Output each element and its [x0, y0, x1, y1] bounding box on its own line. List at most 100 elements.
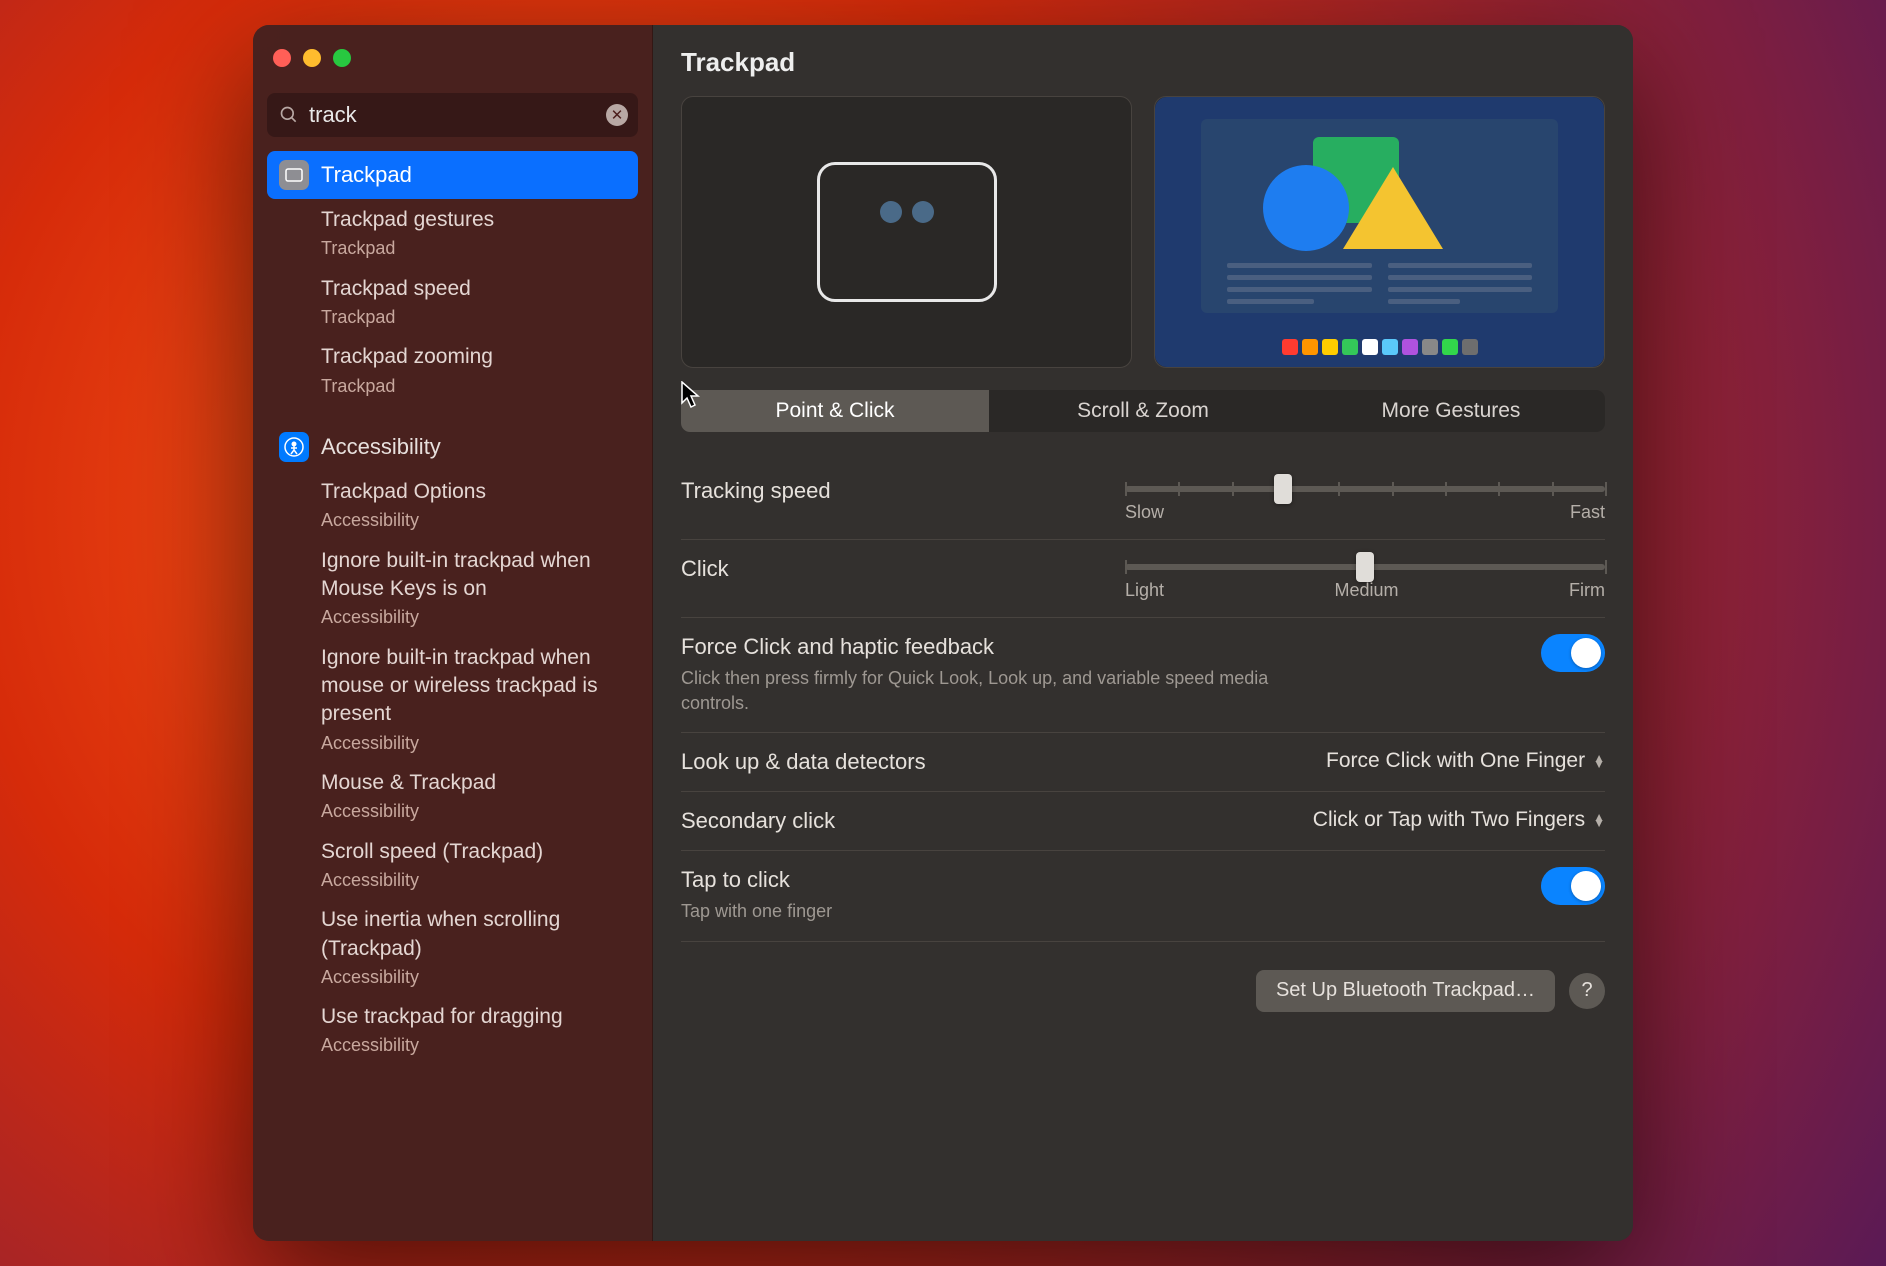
setup-bluetooth-trackpad-button[interactable]: Set Up Bluetooth Trackpad… [1256, 970, 1555, 1012]
setting-click: Click Light Medium Firm [681, 540, 1605, 618]
sidebar-subitem-category: Accessibility [321, 1033, 626, 1057]
sidebar-subitem-label: Ignore built-in trackpad when mouse or w… [321, 644, 626, 729]
setting-label: Tracking speed [681, 478, 831, 504]
footer: Set Up Bluetooth Trackpad… ? [681, 970, 1605, 1012]
chevron-updown-icon: ▲▼ [1593, 755, 1605, 767]
minimize-window-button[interactable] [303, 49, 321, 67]
select-value: Force Click with One Finger [1326, 749, 1585, 773]
finger-dot-icon [912, 201, 934, 223]
close-window-button[interactable] [273, 49, 291, 67]
setting-label: Click [681, 556, 729, 582]
sidebar-subitem-label: Mouse & Trackpad [321, 769, 626, 797]
setting-label: Look up & data detectors [681, 749, 926, 775]
tab-control: Point & ClickScroll & ZoomMore Gestures [681, 390, 1605, 432]
tab-scroll-zoom[interactable]: Scroll & Zoom [989, 390, 1297, 432]
sidebar-subitem-category: Accessibility [321, 965, 626, 989]
dock-app-icon [1462, 339, 1478, 355]
dock-app-icon [1322, 339, 1338, 355]
chevron-updown-icon: ▲▼ [1593, 814, 1605, 826]
window-controls [267, 45, 638, 93]
sidebar-subitem[interactable]: Mouse & TrackpadAccessibility [267, 762, 638, 831]
sidebar-subitem-category: Accessibility [321, 508, 626, 532]
sidebar-subitem[interactable]: Ignore built-in trackpad when Mouse Keys… [267, 540, 638, 637]
sidebar-subitem-category: Trackpad [321, 305, 626, 329]
click-slider[interactable]: Light Medium Firm [1125, 556, 1605, 601]
cursor-icon [681, 381, 701, 409]
screen-preview [1155, 97, 1604, 367]
lookup-select[interactable]: Force Click with One Finger ▲▼ [1326, 749, 1605, 773]
slider-thumb[interactable] [1356, 552, 1374, 582]
zoom-window-button[interactable] [333, 49, 351, 67]
sidebar-subitem-label: Trackpad gestures [321, 206, 626, 234]
sidebar-subitem[interactable]: Use trackpad for draggingAccessibility [267, 996, 638, 1065]
content-pane: Trackpad [653, 25, 1633, 1241]
setting-force-click: Force Click and haptic feedback Click th… [681, 618, 1605, 733]
sidebar-subitem[interactable]: Ignore built-in trackpad when mouse or w… [267, 637, 638, 762]
slider-max-label: Fast [1570, 502, 1605, 523]
sidebar-subitem-category: Accessibility [321, 731, 626, 755]
sidebar-subitem-label: Use inertia when scrolling (Trackpad) [321, 906, 626, 963]
sidebar-item-accessibility[interactable]: Accessibility [267, 423, 638, 471]
gesture-preview-screen [1154, 96, 1605, 368]
sidebar-subitem-label: Trackpad zooming [321, 343, 626, 371]
sidebar: ✕ TrackpadTrackpad gesturesTrackpadTrack… [253, 25, 653, 1241]
dock-app-icon [1362, 339, 1378, 355]
dock-app-icon [1382, 339, 1398, 355]
sidebar-subitem-label: Trackpad Options [321, 478, 626, 506]
setting-secondary-click: Secondary click Click or Tap with Two Fi… [681, 792, 1605, 851]
clear-search-button[interactable]: ✕ [606, 104, 628, 126]
setting-label: Force Click and haptic feedback [681, 634, 1321, 660]
search-icon [279, 105, 299, 125]
sidebar-subitem[interactable]: Trackpad speedTrackpad [267, 268, 638, 337]
secondary-click-select[interactable]: Click or Tap with Two Fingers ▲▼ [1313, 808, 1605, 832]
select-value: Click or Tap with Two Fingers [1313, 808, 1585, 832]
sidebar-subitem-label: Scroll speed (Trackpad) [321, 838, 626, 866]
slider-thumb[interactable] [1274, 474, 1292, 504]
tab-point-click[interactable]: Point & Click [681, 390, 989, 432]
setting-tracking-speed: Tracking speed Slow Fast [681, 462, 1605, 540]
setting-label: Secondary click [681, 808, 835, 834]
sidebar-subitem[interactable]: Trackpad zooming Trackpad [267, 336, 638, 405]
search-input[interactable] [267, 93, 638, 137]
gesture-preview-trackpad [681, 96, 1132, 368]
sidebar-item-trackpad[interactable]: Trackpad [267, 151, 638, 199]
preview-row [681, 96, 1605, 368]
sidebar-subitem-label: Ignore built-in trackpad when Mouse Keys… [321, 547, 626, 604]
dock-app-icon [1402, 339, 1418, 355]
sidebar-subitem-category: Accessibility [321, 868, 626, 892]
sidebar-item-label: Trackpad [321, 162, 412, 188]
setting-desc: Tap with one finger [681, 899, 832, 924]
sidebar-subitem-category: Accessibility [321, 605, 626, 629]
dock-app-icon [1282, 339, 1298, 355]
search-wrap: ✕ [267, 93, 638, 137]
sidebar-subitem[interactable]: Trackpad OptionsAccessibility [267, 471, 638, 540]
setting-label: Tap to click [681, 867, 832, 893]
sidebar-subitem[interactable]: Scroll speed (Trackpad)Accessibility [267, 831, 638, 900]
accessibility-icon [279, 432, 309, 462]
dock-app-icon [1342, 339, 1358, 355]
sidebar-subitem-category: Trackpad [321, 374, 626, 398]
tab-more-gestures[interactable]: More Gestures [1297, 390, 1605, 432]
tap-to-click-toggle[interactable] [1541, 867, 1605, 905]
dock-app-icon [1422, 339, 1438, 355]
setting-lookup: Look up & data detectors Force Click wit… [681, 733, 1605, 792]
dock-app-icon [1302, 339, 1318, 355]
sidebar-subitem-label: Trackpad speed [321, 275, 626, 303]
tracking-speed-slider[interactable]: Slow Fast [1125, 478, 1605, 523]
sidebar-subitem[interactable]: Use inertia when scrolling (Trackpad)Acc… [267, 899, 638, 996]
trackpad-icon [279, 160, 309, 190]
sidebar-subitem-category: Trackpad [321, 236, 626, 260]
finger-dot-icon [880, 201, 902, 223]
system-settings-window: ✕ TrackpadTrackpad gesturesTrackpadTrack… [253, 25, 1633, 1241]
slider-min-label: Slow [1125, 502, 1164, 523]
slider-min-label: Light [1125, 580, 1164, 601]
sidebar-subitem[interactable]: Trackpad gesturesTrackpad [267, 199, 638, 268]
help-button[interactable]: ? [1569, 973, 1605, 1009]
dock-app-icon [1442, 339, 1458, 355]
sidebar-subitem-label: Use trackpad for dragging [321, 1003, 626, 1031]
sidebar-subitem-category: Accessibility [321, 799, 626, 823]
setting-desc: Click then press firmly for Quick Look, … [681, 666, 1321, 716]
sidebar-item-label: Accessibility [321, 434, 441, 460]
force-click-toggle[interactable] [1541, 634, 1605, 672]
slider-max-label: Firm [1569, 580, 1605, 601]
